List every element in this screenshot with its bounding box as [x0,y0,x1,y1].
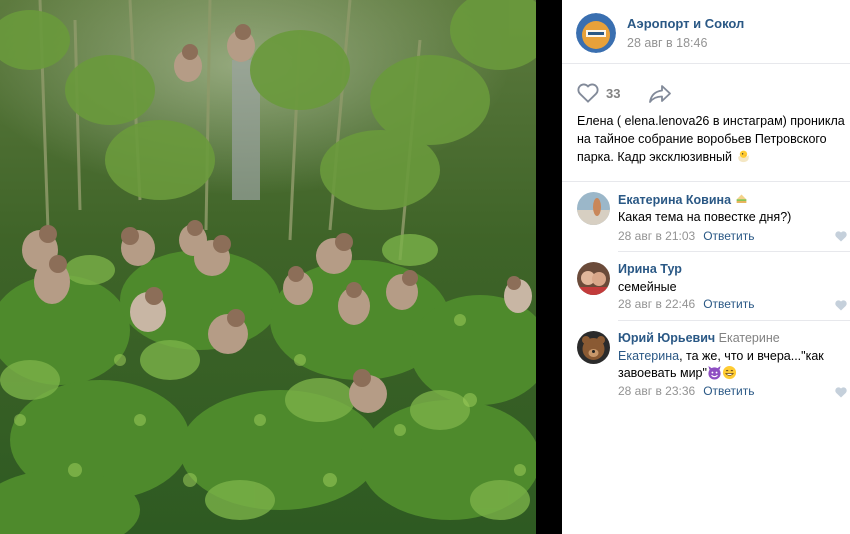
comment-author[interactable]: Юрий Юрьевич Екатерине [618,331,780,345]
share-arrow-icon[interactable] [648,84,672,104]
comment-author[interactable]: Екатерина Ковина [618,192,748,207]
group-avatar[interactable] [576,13,616,53]
comment-text: Какая тема на повестке дня?) [618,210,792,224]
post-text-line: на тайное собрание воробьев Петровского [577,132,827,146]
post-text: Елена ( elena.lenova26 в инстаграм) прон… [577,112,850,166]
heart-outline-icon[interactable] [577,83,599,103]
avatar[interactable] [577,262,610,295]
post-date[interactable]: 28 авг в 18:46 [627,36,707,50]
post-header: Аэропорт и Сокол 28 авг в 18:46 [562,0,850,64]
comment-date[interactable]: 28 авг в 23:36 [618,384,695,398]
post-side-panel: Аэропорт и Сокол 28 авг в 18:46 33 Елена… [562,0,850,534]
group-name-link[interactable]: Аэропорт и Сокол [627,16,744,31]
comment-item: Ирина Тур семейные 28 авг в 22:46 Ответит… [562,252,850,322]
post-text-line: парка. Кадр эксклюзивный [577,150,733,164]
post-actions: 33 [562,64,850,112]
post-photo-sparrows[interactable] [0,0,536,534]
grinning-face-emoji-icon [722,365,737,380]
comment-meta: 28 авг в 21:03 Ответить [618,229,754,243]
photo-viewer[interactable] [0,0,562,534]
comment-item: Юрий Юрьевич Екатерине Екатерина, та же,… [562,321,850,411]
sandwich-emoji-icon [736,194,746,203]
comment-author[interactable]: Ирина Тур [618,262,682,276]
reply-to-name[interactable]: Екатерине [719,331,780,345]
avatar[interactable] [577,331,610,364]
comment-item: Екатерина Ковина Какая тема на повестке … [562,182,850,252]
heart-small-icon[interactable] [835,231,847,242]
smiling-devil-emoji-icon [708,365,721,380]
reply-button[interactable]: Ответить [703,384,754,398]
mention-link[interactable]: Екатерина [618,349,679,363]
reply-button[interactable]: Ответить [703,229,754,243]
hatching-chick-emoji-icon [737,150,749,163]
heart-small-icon[interactable] [835,387,847,398]
post-text-line: Елена ( elena.lenova26 в инстаграм) прон… [577,114,845,128]
reply-button[interactable]: Ответить [703,297,754,311]
comment-meta: 28 авг в 23:36 Ответить [618,384,754,398]
comment-text: Екатерина, та же, что и вчера..."как зав… [618,349,824,380]
comment-text: семейные [618,280,677,294]
heart-small-icon[interactable] [835,300,847,311]
like-count[interactable]: 33 [606,86,620,101]
comment-date[interactable]: 28 авг в 22:46 [618,297,695,311]
comment-date[interactable]: 28 авг в 21:03 [618,229,695,243]
avatar[interactable] [577,192,610,225]
sparrows-in-bush-image [0,0,536,534]
comment-meta: 28 авг в 22:46 Ответить [618,297,754,311]
